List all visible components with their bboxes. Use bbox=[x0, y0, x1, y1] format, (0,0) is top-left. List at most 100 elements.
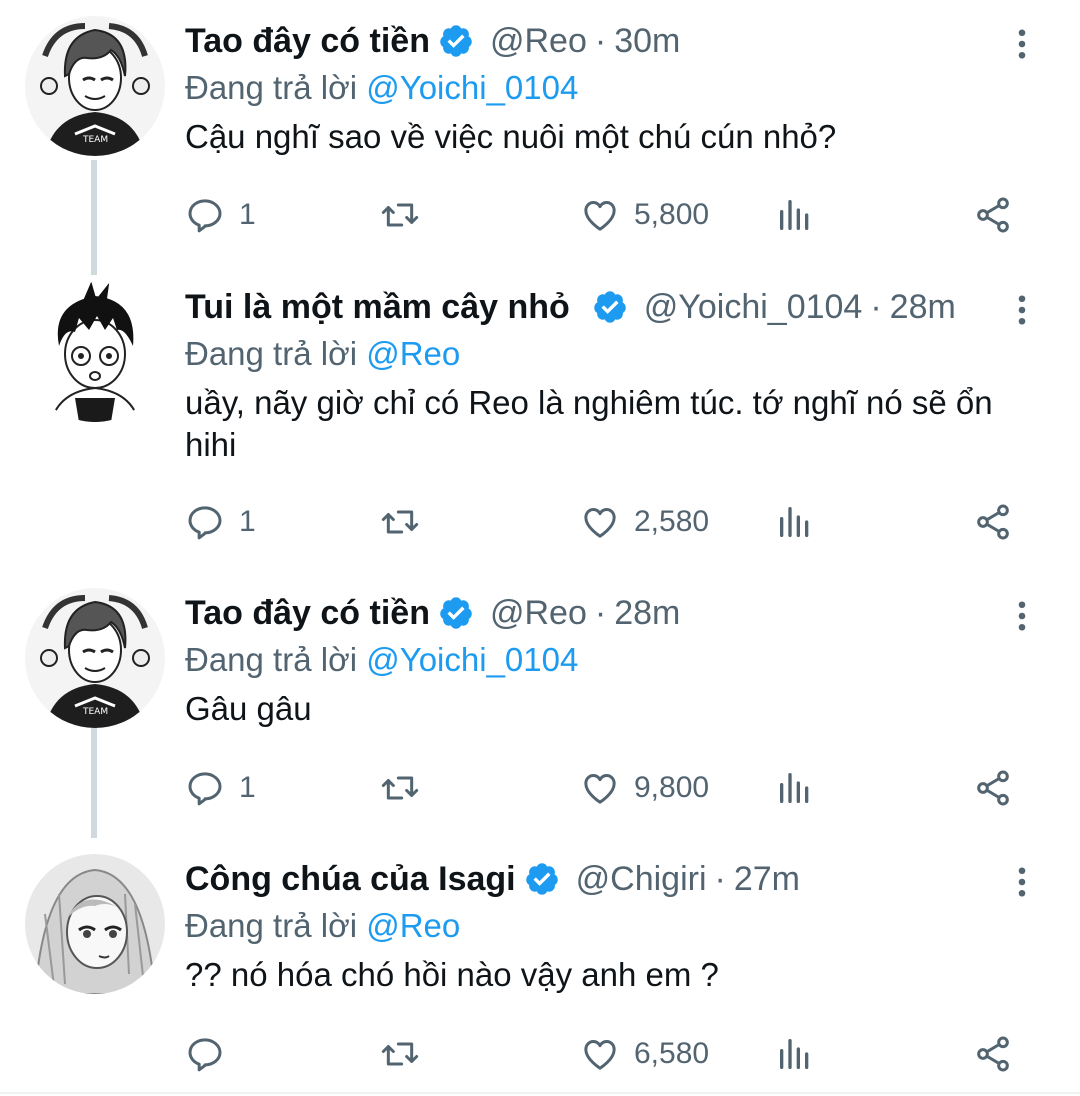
heart-icon bbox=[580, 502, 620, 542]
reply-icon bbox=[185, 768, 225, 808]
avatar[interactable] bbox=[25, 282, 165, 422]
share-button[interactable] bbox=[973, 497, 1013, 547]
reply-icon bbox=[185, 195, 225, 235]
display-name[interactable]: Tui là một mầm cây nhỏ bbox=[185, 288, 570, 327]
retweet-button[interactable] bbox=[380, 497, 420, 547]
retweet-icon bbox=[380, 1034, 420, 1074]
verified-badge-icon bbox=[592, 289, 628, 325]
replying-to-label: Đang trả lời bbox=[185, 335, 358, 372]
like-count: 9,800 bbox=[634, 771, 710, 804]
like-count: 6,580 bbox=[634, 1037, 710, 1070]
mention-link[interactable]: @Reo bbox=[366, 335, 460, 372]
action-bar: 6,580 bbox=[185, 1029, 1045, 1079]
analytics-icon bbox=[775, 195, 815, 235]
reply-count: 1 bbox=[239, 771, 256, 804]
like-count: 5,800 bbox=[634, 198, 710, 231]
timestamp[interactable]: 27m bbox=[734, 860, 800, 899]
separator-dot: · bbox=[594, 593, 607, 632]
avatar[interactable] bbox=[25, 16, 165, 156]
user-handle[interactable]: @Reo bbox=[490, 22, 587, 61]
retweet-icon bbox=[380, 195, 420, 235]
views-button[interactable] bbox=[775, 190, 815, 240]
avatar[interactable] bbox=[25, 854, 165, 994]
tweet[interactable]: Tao đây có tiền @Reo · 28m Đang trả lời … bbox=[0, 588, 1080, 828]
tweet-text: uầy, nãy giờ chỉ có Reo là nghiêm túc. t… bbox=[185, 384, 993, 463]
like-button[interactable]: 9,800 bbox=[580, 763, 709, 813]
views-button[interactable] bbox=[775, 763, 815, 813]
reply-button[interactable]: 1 bbox=[185, 763, 256, 813]
verified-badge-icon bbox=[524, 861, 560, 897]
tweet[interactable]: Tui là một mầm cây nhỏ @Yoichi_0104 · 28… bbox=[0, 282, 1080, 562]
like-button[interactable]: 6,580 bbox=[580, 1029, 709, 1079]
retweet-button[interactable] bbox=[380, 763, 420, 813]
retweet-button[interactable] bbox=[380, 1029, 420, 1079]
replying-to: Đang trả lời @Yoichi_0104 bbox=[185, 66, 578, 110]
separator-dot: · bbox=[594, 21, 607, 60]
views-button[interactable] bbox=[775, 497, 815, 547]
analytics-icon bbox=[775, 1034, 815, 1074]
tweet[interactable]: Tao đây có tiền @Reo · 30m Đang trả lời … bbox=[0, 16, 1080, 266]
like-button[interactable]: 2,580 bbox=[580, 497, 709, 547]
display-name[interactable]: Tao đây có tiền bbox=[185, 22, 430, 61]
more-options-button[interactable] bbox=[1000, 288, 1044, 332]
action-bar: 1 9,800 bbox=[185, 763, 1045, 813]
timestamp[interactable]: 30m bbox=[614, 22, 680, 61]
retweet-button[interactable] bbox=[380, 190, 420, 240]
display-name[interactable]: Công chúa của Isagi bbox=[185, 860, 516, 899]
reply-button[interactable] bbox=[185, 1029, 239, 1079]
tweet-text: Cậu nghĩ sao về việc nuôi một chú cún nh… bbox=[185, 118, 837, 155]
verified-badge-icon bbox=[438, 23, 474, 59]
heart-icon bbox=[580, 195, 620, 235]
display-name[interactable]: Tao đây có tiền bbox=[185, 594, 430, 633]
share-button[interactable] bbox=[973, 190, 1013, 240]
mention-link[interactable]: @Yoichi_0104 bbox=[366, 69, 578, 106]
replying-to-label: Đang trả lời bbox=[185, 69, 358, 106]
separator-dot: · bbox=[870, 287, 882, 326]
replying-to-label: Đang trả lời bbox=[185, 907, 358, 944]
chigiri-avatar-image bbox=[25, 854, 165, 994]
reply-button[interactable]: 1 bbox=[185, 497, 256, 547]
share-button[interactable] bbox=[973, 763, 1013, 813]
share-icon bbox=[973, 195, 1013, 235]
replying-to: Đang trả lời @Reo bbox=[185, 332, 460, 376]
timestamp[interactable]: 28m bbox=[614, 594, 680, 633]
reo-avatar-image bbox=[25, 588, 165, 728]
action-bar: 1 2,580 bbox=[185, 497, 1045, 547]
more-options-button[interactable] bbox=[1000, 594, 1044, 638]
reply-count: 1 bbox=[239, 198, 256, 231]
separator-dot: · bbox=[714, 859, 726, 898]
analytics-icon bbox=[775, 502, 815, 542]
tweet-text: Gâu gâu bbox=[185, 690, 312, 727]
more-options-button[interactable] bbox=[1000, 860, 1044, 904]
mention-link[interactable]: @Yoichi_0104 bbox=[366, 641, 578, 678]
isagi-avatar-image bbox=[25, 282, 165, 422]
tweet[interactable]: Công chúa của Isagi @Chigiri · 27m Đang … bbox=[0, 854, 1080, 1094]
analytics-icon bbox=[775, 768, 815, 808]
more-vertical-icon bbox=[1004, 598, 1040, 634]
more-options-button[interactable] bbox=[1000, 22, 1044, 66]
action-bar: 1 5,800 bbox=[185, 190, 1045, 240]
user-handle[interactable]: @Reo bbox=[490, 594, 587, 633]
verified-badge-icon bbox=[438, 595, 474, 631]
user-handle[interactable]: @Chigiri bbox=[576, 860, 707, 899]
bottom-divider bbox=[0, 1092, 1080, 1094]
replying-to: Đang trả lời @Reo bbox=[185, 904, 460, 948]
heart-icon bbox=[580, 768, 620, 808]
views-button[interactable] bbox=[775, 1029, 815, 1079]
heart-icon bbox=[580, 1034, 620, 1074]
reply-count: 1 bbox=[239, 505, 256, 538]
reo-avatar-image bbox=[25, 16, 165, 156]
avatar[interactable] bbox=[25, 588, 165, 728]
user-handle[interactable]: @Yoichi_0104 bbox=[644, 288, 863, 327]
retweet-icon bbox=[380, 502, 420, 542]
like-button[interactable]: 5,800 bbox=[580, 190, 709, 240]
share-icon bbox=[973, 768, 1013, 808]
share-icon bbox=[973, 1034, 1013, 1074]
share-button[interactable] bbox=[973, 1029, 1013, 1079]
reply-button[interactable]: 1 bbox=[185, 190, 256, 240]
more-vertical-icon bbox=[1004, 864, 1040, 900]
mention-link[interactable]: @Reo bbox=[366, 907, 460, 944]
reply-icon bbox=[185, 1034, 225, 1074]
timestamp[interactable]: 28m bbox=[890, 288, 956, 327]
tweet-text: ?? nó hóa chó hồi nào vậy anh em ? bbox=[185, 956, 719, 993]
